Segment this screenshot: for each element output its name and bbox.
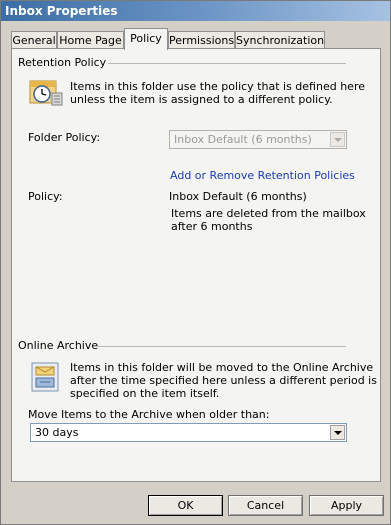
tab-home-page[interactable]: Home Page [57, 31, 124, 49]
tab-general[interactable]: General [11, 31, 57, 49]
chevron-down-icon [330, 425, 345, 440]
archive-description-line3: specified on the item itself. [70, 387, 220, 400]
folder-policy-select[interactable]: Inbox Default (6 months) [169, 130, 347, 149]
apply-button[interactable]: Apply [309, 495, 384, 516]
retention-group-divider [108, 63, 346, 64]
tab-synchronization[interactable]: Synchronization [235, 31, 325, 49]
policy-tab-panel: Retention Policy Items in this folder us… [11, 48, 381, 482]
archive-description-line1: Items in this folder will be moved to th… [70, 361, 374, 374]
window-title: Inbox Properties [5, 4, 118, 18]
ok-button[interactable]: OK [148, 495, 223, 516]
folder-policy-label: Folder Policy: [28, 131, 101, 144]
tab-policy[interactable]: Policy [124, 28, 168, 50]
policy-value: Inbox Default (6 months) [169, 190, 307, 203]
tab-label: General [12, 34, 56, 47]
archive-group-label: Online Archive [18, 339, 99, 352]
tab-label: Policy [130, 32, 162, 45]
retention-group-label: Retention Policy [18, 56, 107, 69]
archive-group-divider [98, 346, 346, 347]
title-bar[interactable]: Inbox Properties [1, 1, 390, 21]
folder-policy-select-value: Inbox Default (6 months) [174, 133, 312, 146]
archive-envelope-icon [28, 359, 64, 393]
archive-age-select[interactable]: 30 days [30, 423, 347, 442]
tab-label: Permissions [169, 34, 235, 47]
archive-description-line2: after the time specified here unless a d… [70, 374, 377, 387]
retention-description-line2: unless the item is assigned to a differe… [70, 93, 333, 106]
calendar-clock-icon [28, 75, 64, 109]
policy-label: Policy: [28, 190, 63, 203]
policy-detail-line2: after 6 months [171, 220, 253, 233]
add-remove-retention-policies-link[interactable]: Add or Remove Retention Policies [170, 169, 355, 182]
cancel-button[interactable]: Cancel [228, 495, 303, 516]
tab-label: Home Page [59, 34, 122, 47]
move-items-label: Move Items to the Archive when older tha… [28, 408, 270, 421]
retention-description-line1: Items in this folder use the policy that… [70, 80, 365, 93]
policy-detail-line1: Items are deleted from the mailbox [171, 207, 366, 220]
tab-strip: General Home Page Policy Permissions Syn… [11, 28, 381, 50]
tab-permissions[interactable]: Permissions [168, 31, 235, 49]
archive-age-select-value: 30 days [35, 426, 79, 439]
chevron-down-icon [330, 132, 345, 147]
properties-dialog: Inbox Properties General Home Page Polic… [0, 0, 391, 525]
tab-label: Synchronization [236, 34, 325, 47]
